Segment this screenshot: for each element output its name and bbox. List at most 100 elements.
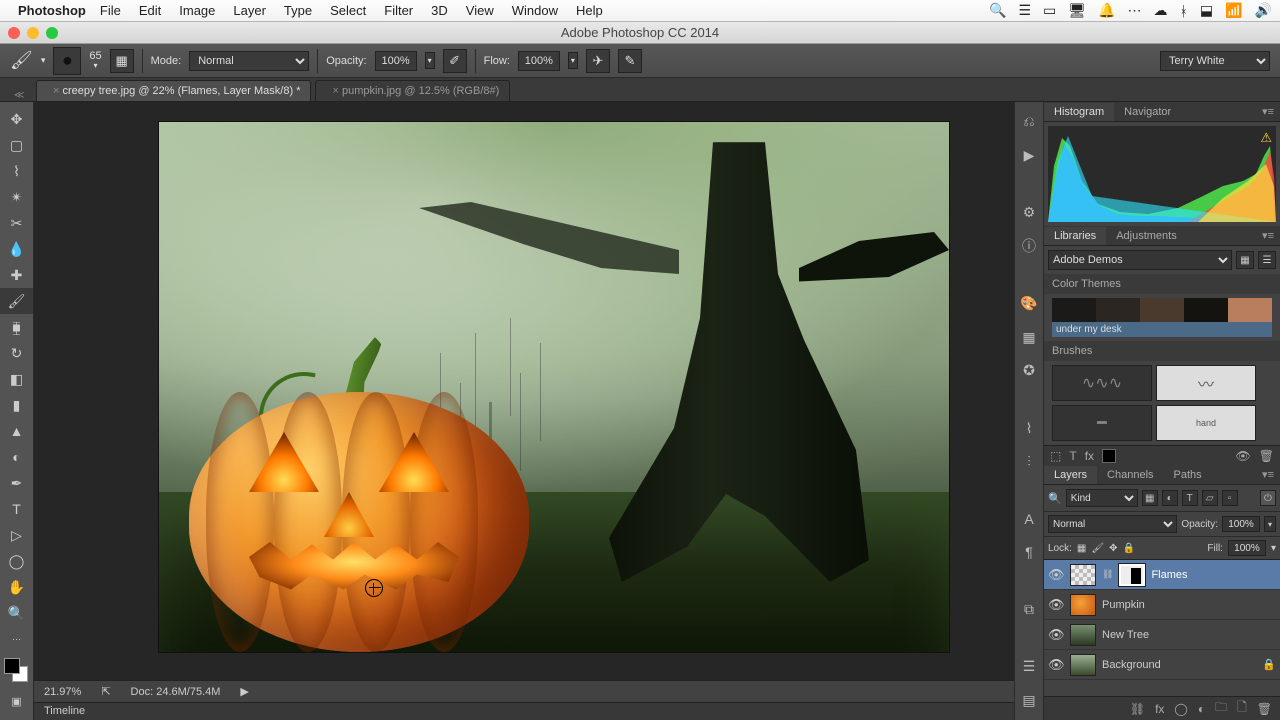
app-name[interactable]: Photoshop — [18, 3, 86, 18]
menu-view[interactable]: View — [466, 3, 494, 18]
menu-image[interactable]: Image — [179, 3, 215, 18]
layer-flames[interactable]: 👁 ⛓ Flames — [1044, 560, 1280, 590]
lib-add-style-icon[interactable]: fx — [1085, 449, 1094, 463]
lock-transparency-icon[interactable]: ▦ — [1077, 543, 1086, 554]
link-layers-icon[interactable]: ⛓ — [1130, 702, 1145, 716]
menu-help[interactable]: Help — [576, 3, 603, 18]
layer-thumb[interactable] — [1070, 564, 1096, 586]
character-panel-icon[interactable]: A — [1019, 509, 1039, 529]
filter-toggle[interactable]: ⏻ — [1260, 490, 1276, 506]
brush-preview[interactable] — [53, 47, 81, 75]
notifications-icon[interactable]: 🔔 — [1098, 2, 1115, 19]
path-select-tool[interactable]: ▷ — [0, 522, 33, 548]
lib-add-color-icon[interactable] — [1102, 449, 1116, 463]
pen-tool[interactable]: ✒ — [0, 470, 33, 496]
tab-histogram[interactable]: Histogram — [1044, 103, 1114, 121]
flow-input[interactable] — [518, 51, 560, 71]
swatches-panel-icon[interactable]: ▦ — [1019, 328, 1039, 348]
layer-thumb[interactable] — [1070, 594, 1096, 616]
tab-pumpkin[interactable]: × pumpkin.jpg @ 12.5% (RGB/8#) — [315, 80, 510, 101]
color-panel-icon[interactable]: 🎨 — [1019, 294, 1039, 314]
visibility-toggle[interactable]: 👁 — [1048, 627, 1064, 643]
more-icon[interactable]: ⋯ — [1127, 2, 1141, 19]
export-icon[interactable]: ⇱ — [101, 685, 110, 698]
pressure-opacity-icon[interactable]: ✐ — [443, 49, 467, 73]
doc-size[interactable]: Doc: 24.6M/75.4M — [131, 686, 221, 698]
brush-tool-icon[interactable]: 🖌 — [10, 50, 33, 71]
foreground-swatch[interactable] — [4, 658, 20, 674]
filter-type-icon[interactable]: T — [1182, 490, 1198, 506]
lock-pixels-icon[interactable]: 🖌 — [1091, 543, 1104, 554]
quickmask-icon[interactable]: ▣ — [0, 688, 33, 714]
panel-menu-icon[interactable]: ▾≡ — [1256, 468, 1280, 481]
filter-adjust-icon[interactable]: ◐ — [1162, 490, 1178, 506]
fill-drop-icon[interactable]: ▾ — [1271, 543, 1276, 554]
visibility-toggle[interactable]: 👁 — [1048, 567, 1064, 583]
tab-layers[interactable]: Layers — [1044, 466, 1097, 484]
panel-menu-icon[interactable]: ▾≡ — [1256, 105, 1280, 118]
history-panel-icon[interactable]: ⎌ — [1019, 112, 1039, 132]
minimize-window-button[interactable] — [27, 27, 39, 39]
zoom-level[interactable]: 21.97% — [44, 686, 81, 698]
eyedropper-tool[interactable]: 💧 — [0, 236, 33, 262]
dropbox-icon[interactable]: ⬓ — [1200, 2, 1213, 19]
healing-tool[interactable]: ✚ — [0, 262, 33, 288]
gradient-tool[interactable]: ▮ — [0, 392, 33, 418]
brush-preset-1[interactable]: ∿∿∿ — [1052, 365, 1152, 401]
cloud-icon[interactable]: ☁ — [1153, 2, 1167, 19]
menu-file[interactable]: File — [100, 3, 121, 18]
close-window-button[interactable] — [8, 27, 20, 39]
marquee-tool[interactable]: ▢ — [0, 132, 33, 158]
lib-trash-icon[interactable]: 🗑 — [1259, 449, 1274, 463]
play-icon[interactable]: ▶ — [240, 685, 248, 698]
opacity-input[interactable] — [375, 51, 417, 71]
menu-select[interactable]: Select — [330, 3, 366, 18]
zoom-window-button[interactable] — [46, 27, 58, 39]
zoom-tool[interactable]: 🔍 — [0, 600, 33, 626]
layer-pumpkin[interactable]: 👁 Pumpkin — [1044, 590, 1280, 620]
layer-new-tree[interactable]: 👁 New Tree — [1044, 620, 1280, 650]
hand-tool[interactable]: ✋ — [0, 574, 33, 600]
brush-preset-2[interactable]: 〰 — [1156, 365, 1256, 401]
display-icon[interactable]: 🖥 — [1068, 2, 1086, 19]
lib-cloud-icon[interactable]: 👁 — [1236, 449, 1251, 463]
wifi-icon[interactable]: 📶 — [1225, 2, 1242, 19]
color-theme-item[interactable]: under my desk — [1052, 298, 1272, 337]
panel-menu-icon[interactable]: ▾≡ — [1256, 229, 1280, 242]
brushpresets-panel-icon[interactable]: ⌇ — [1019, 418, 1039, 438]
layer-filter-kind[interactable]: Kind — [1066, 489, 1138, 507]
shape-tool[interactable]: ◯ — [0, 548, 33, 574]
layer-thumb[interactable] — [1070, 624, 1096, 646]
quick-select-tool[interactable]: ✴ — [0, 184, 33, 210]
filter-pixel-icon[interactable]: ▦ — [1142, 490, 1158, 506]
lib-add-graphic-icon[interactable]: ⬚ — [1050, 449, 1061, 463]
pressure-size-icon[interactable]: ✎ — [618, 49, 642, 73]
new-layer-icon[interactable]: 🗋 — [1237, 698, 1247, 719]
tab-creepy-tree[interactable]: × creepy tree.jpg @ 22% (Flames, Layer M… — [36, 80, 311, 101]
edit-toolbar[interactable]: ⋯ — [0, 626, 33, 652]
lib-add-text-icon[interactable]: T — [1069, 449, 1076, 463]
stamp-tool[interactable]: ⧯ — [0, 314, 33, 340]
layer-mask-thumb[interactable] — [1119, 564, 1145, 586]
actions-panel-icon[interactable]: ▶ — [1019, 146, 1039, 166]
document-canvas[interactable] — [159, 122, 949, 652]
layer-blend-select[interactable]: Normal — [1048, 515, 1177, 533]
styles-panel-icon[interactable]: ✪ — [1019, 361, 1039, 381]
color-swatches[interactable] — [0, 656, 33, 688]
notes-panel-icon[interactable]: ▤ — [1019, 691, 1039, 711]
toggle-brush-panel-icon[interactable]: ▦ — [110, 49, 134, 73]
blur-tool[interactable]: ▲ — [0, 418, 33, 444]
volume-icon[interactable]: 🔊 — [1255, 2, 1272, 19]
layers-comp-panel-icon[interactable]: ☰ — [1019, 657, 1039, 677]
tab-libraries[interactable]: Libraries — [1044, 227, 1106, 245]
history-brush-tool[interactable]: ↻ — [0, 340, 33, 366]
visibility-toggle[interactable]: 👁 — [1048, 657, 1064, 673]
properties-panel-icon[interactable]: ⚙ — [1019, 203, 1039, 223]
menu-filter[interactable]: Filter — [384, 3, 413, 18]
eraser-tool[interactable]: ◧ — [0, 366, 33, 392]
mask-link-icon[interactable]: ⛓ — [1102, 569, 1113, 580]
type-tool[interactable]: T — [0, 496, 33, 522]
add-mask-icon[interactable]: ◯ — [1174, 702, 1187, 716]
workspace-select[interactable]: Terry White — [1160, 51, 1270, 71]
opacity-drop-icon[interactable]: ▾ — [1264, 516, 1276, 532]
